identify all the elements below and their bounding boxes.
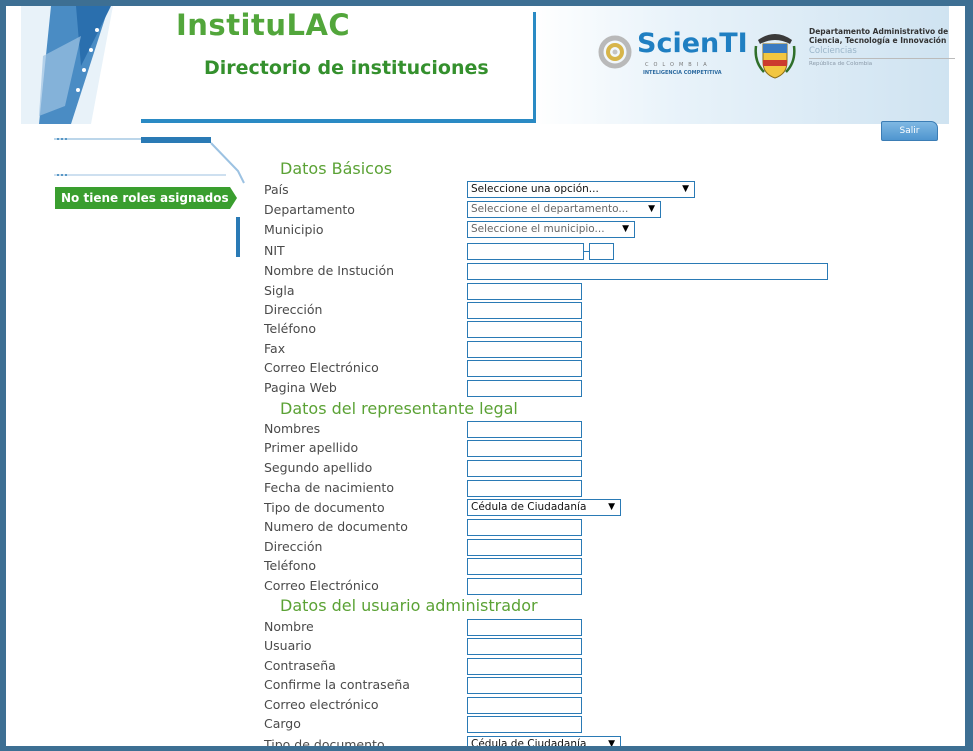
rep-first-names-input[interactable]: [467, 421, 582, 438]
label-fax: Fax: [264, 341, 286, 356]
municipality-select[interactable]: Seleccione el municipio... ▼: [467, 221, 635, 238]
admin-email-input[interactable]: [467, 697, 582, 714]
rep-address-input[interactable]: [467, 539, 582, 556]
admin-password-input[interactable]: [467, 658, 582, 675]
scienti-swirl-icon: [598, 35, 632, 69]
label-rep-phone: Teléfono: [264, 558, 316, 573]
label-rep-email: Correo Electrónico: [264, 578, 379, 593]
dept-line-1: Departamento Administrativo de: [809, 27, 949, 36]
admin-name-input[interactable]: [467, 619, 582, 636]
label-admin-name: Nombre: [264, 619, 314, 634]
scienti-logo: ScienTI COLOMBIA INTELIGENCIA COMPETITIV…: [597, 26, 748, 78]
colciencias-block: Departamento Administrativo de Ciencia, …: [809, 27, 955, 68]
rep-first-surname-input[interactable]: [467, 440, 582, 457]
label-admin-position: Cargo: [264, 716, 301, 731]
label-email: Correo Electrónico: [264, 360, 379, 375]
dropdown-arrow-icon: ▼: [648, 204, 655, 214]
country-select[interactable]: Seleccione una opción... ▼: [467, 181, 695, 198]
roles-message: No tiene roles asignados: [55, 187, 230, 209]
department-select-value: Seleccione el departamento...: [471, 203, 629, 215]
dropdown-arrow-icon: ▼: [608, 502, 615, 512]
admin-confirm-password-input[interactable]: [467, 677, 582, 694]
country-select-value: Seleccione una opción...: [471, 183, 599, 195]
rep-second-surname-input[interactable]: [467, 460, 582, 477]
banner-underline: [141, 119, 536, 123]
admin-doc-type-select[interactable]: Cédula de Ciudadanía ▼: [467, 736, 621, 746]
label-institution-name: Nombre de Instución: [264, 263, 395, 278]
label-rep-doc-type: Tipo de documento: [264, 500, 385, 515]
rep-doc-type-select[interactable]: Cédula de Ciudadanía ▼: [467, 499, 621, 516]
label-rep-first-names: Nombres: [264, 421, 321, 436]
label-rep-second-surname: Segundo apellido: [264, 460, 373, 475]
rep-phone-input[interactable]: [467, 558, 582, 575]
roles-message-tail: [230, 187, 237, 209]
rep-doc-number-input[interactable]: [467, 519, 582, 536]
admin-user-input[interactable]: [467, 638, 582, 655]
label-rep-address: Dirección: [264, 539, 323, 554]
section-admin-user: Datos del usuario administrador: [280, 596, 538, 615]
dropdown-arrow-icon: ▼: [608, 739, 615, 746]
app-title: InstituLAC: [176, 8, 351, 42]
website-input[interactable]: [467, 380, 582, 397]
label-admin-doc-type: Tipo de documento: [264, 737, 385, 746]
label-acronym: Sigla: [264, 283, 295, 298]
rep-email-input[interactable]: [467, 578, 582, 595]
dept-line-2: Ciencia, Tecnología e Innovación: [809, 36, 947, 45]
label-admin-email: Correo electrónico: [264, 697, 379, 712]
dept-line-4: República de Colombia: [809, 61, 873, 67]
colombia-crest-icon: [754, 34, 796, 79]
label-department: Departamento: [264, 202, 355, 217]
dropdown-arrow-icon: ▼: [682, 184, 689, 194]
label-country: País: [264, 182, 289, 197]
department-select[interactable]: Seleccione el departamento... ▼: [467, 201, 661, 218]
page-frame: InstituLAC Directorio de instituciones S…: [6, 6, 965, 746]
scienti-wordmark: ScienTI: [637, 28, 748, 59]
municipality-select-value: Seleccione el municipio...: [471, 223, 605, 235]
label-address: Dirección: [264, 302, 323, 317]
email-input[interactable]: [467, 360, 582, 377]
dept-line-3: Colciencias: [809, 46, 857, 56]
nit-check-digit-input[interactable]: [589, 243, 614, 260]
scienti-tagline: INTELIGENCIA COMPETITIVA: [643, 70, 722, 76]
fax-input[interactable]: [467, 341, 582, 358]
nit-input[interactable]: [467, 243, 584, 260]
admin-position-input[interactable]: [467, 716, 582, 733]
label-admin-user: Usuario: [264, 638, 312, 653]
banner-divider: [533, 12, 536, 122]
rep-doc-type-value: Cédula de Ciudadanía: [471, 501, 587, 513]
dept-divider: [809, 58, 955, 59]
label-nit: NIT: [264, 243, 285, 258]
section-legal-representative: Datos del representante legal: [280, 399, 518, 418]
app-subtitle: Directorio de instituciones: [204, 57, 489, 79]
label-admin-confirm-password: Confirme la contraseña: [264, 677, 410, 692]
acronym-input[interactable]: [467, 283, 582, 300]
phone-input[interactable]: [467, 321, 582, 338]
banner-decoration: [21, 6, 113, 124]
header-banner: InstituLAC Directorio de instituciones S…: [21, 6, 955, 124]
scienti-country: COLOMBIA: [645, 62, 712, 68]
label-admin-password: Contraseña: [264, 658, 336, 673]
label-rep-birth-date: Fecha de nacimiento: [264, 480, 394, 495]
admin-doc-type-value: Cédula de Ciudadanía: [471, 738, 587, 746]
label-rep-first-surname: Primer apellido: [264, 440, 359, 455]
label-municipality: Municipio: [264, 222, 324, 237]
address-input[interactable]: [467, 302, 582, 319]
label-phone: Teléfono: [264, 321, 316, 336]
label-website: Pagina Web: [264, 380, 337, 395]
label-rep-doc-number: Numero de documento: [264, 519, 408, 534]
section-basic-data: Datos Básicos: [280, 159, 393, 178]
institution-name-input[interactable]: [467, 263, 828, 280]
dropdown-arrow-icon: ▼: [622, 224, 629, 234]
logout-button[interactable]: Salir: [881, 121, 938, 141]
rep-birth-date-input[interactable]: [467, 480, 582, 497]
